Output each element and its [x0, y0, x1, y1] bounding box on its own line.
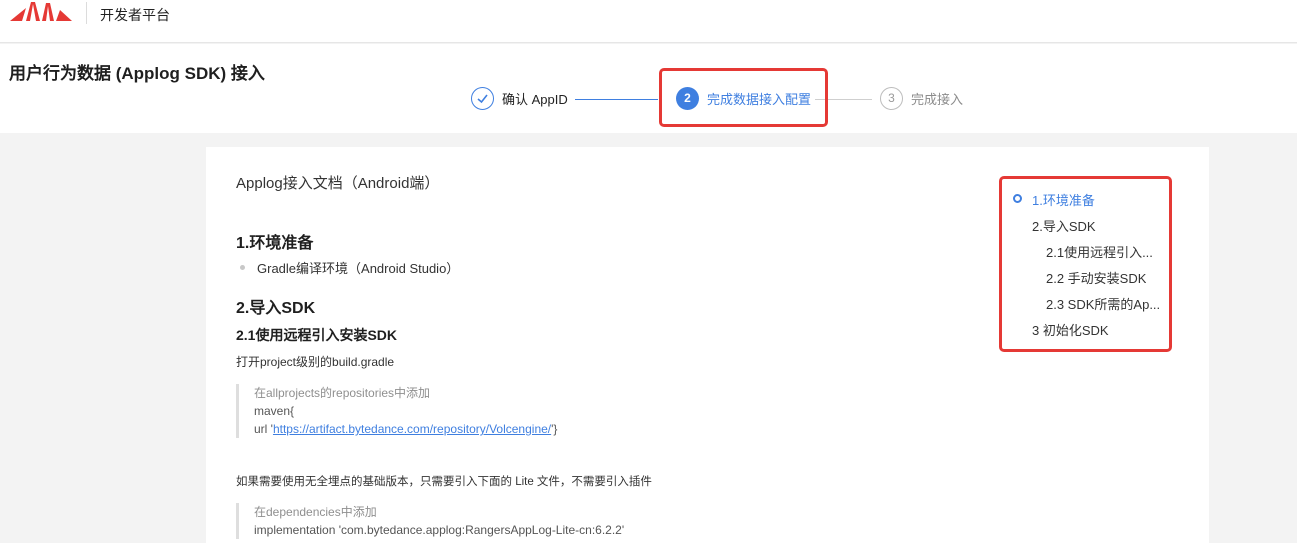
section-heading-import-sdk: 2.导入SDK — [236, 300, 316, 317]
maven-repo-link[interactable]: https://artifact.bytedance.com/repositor… — [273, 422, 551, 436]
code-block-dependencies: 在dependencies中添加 implementation 'com.byt… — [236, 503, 624, 539]
step-connector — [575, 99, 658, 100]
bullet-icon — [240, 265, 245, 270]
code-line: url 'https://artifact.bytedance.com/repo… — [254, 420, 557, 438]
top-navigation-bar: 开发者平台 — [0, 0, 1297, 43]
instruction-text: 打开project级别的build.gradle — [236, 355, 395, 369]
code-comment: 在allprojects的repositories中添加 — [254, 386, 431, 400]
topbar-divider — [86, 2, 87, 24]
code-line: implementation 'com.bytedance.applog:Ran… — [254, 523, 625, 537]
platform-name[interactable]: 开发者平台 — [100, 5, 170, 25]
toc-item-import-sdk[interactable]: 2.导入SDK — [1032, 216, 1096, 235]
step-label: 完成接入 — [911, 91, 964, 107]
toc-item-init-sdk[interactable]: 3 初始化SDK — [1032, 320, 1109, 339]
doc-title: Applog接入文档（Android端） — [236, 175, 440, 192]
lite-note-text: 如果需要使用无全埋点的基础版本，只需要引入下面的 Lite 文件，不需要引入插件 — [236, 476, 652, 488]
section-heading-env: 1.环境准备 — [236, 235, 314, 252]
page-header: 用户行为数据 (Applog SDK) 接入 确认 AppID 2 完成数据接入… — [0, 44, 1297, 133]
list-item-text: Gradle编译环境（Android Studio） — [257, 261, 460, 276]
table-of-contents: 1.环境准备 2.导入SDK 2.1使用远程引入... 2.2 手动安装SDK … — [999, 176, 1172, 352]
page-title: 用户行为数据 (Applog SDK) 接入 — [9, 64, 265, 83]
list-item: Gradle编译环境（Android Studio） — [240, 258, 459, 277]
step-complete[interactable]: 3 完成接入 — [880, 86, 963, 110]
code-block-maven: 在allprojects的repositories中添加 maven{ url … — [236, 384, 557, 438]
toc-item-manual-install[interactable]: 2.2 手动安装SDK — [1046, 268, 1146, 287]
code-text: url ' — [254, 422, 273, 436]
code-line: maven{ — [254, 404, 295, 418]
step-number: 3 — [880, 86, 903, 110]
code-comment: 在dependencies中添加 — [254, 505, 377, 519]
step-confirm-appid[interactable]: 确认 AppID — [471, 86, 568, 110]
step-label: 确认 AppID — [502, 91, 568, 107]
toc-item-remote-install[interactable]: 2.1使用远程引入... — [1046, 242, 1161, 261]
check-icon — [471, 86, 494, 110]
brand-logo-icon[interactable] — [10, 2, 72, 22]
step-highlight-box — [659, 68, 828, 127]
subsection-heading-remote: 2.1使用远程引入安装SDK — [236, 327, 398, 343]
active-marker-icon — [1013, 194, 1022, 203]
toc-item-env[interactable]: 1.环境准备 — [1032, 190, 1095, 209]
code-text: '} — [551, 422, 558, 436]
toc-item-sdk-permissions[interactable]: 2.3 SDK所需的Ap... — [1046, 294, 1161, 313]
